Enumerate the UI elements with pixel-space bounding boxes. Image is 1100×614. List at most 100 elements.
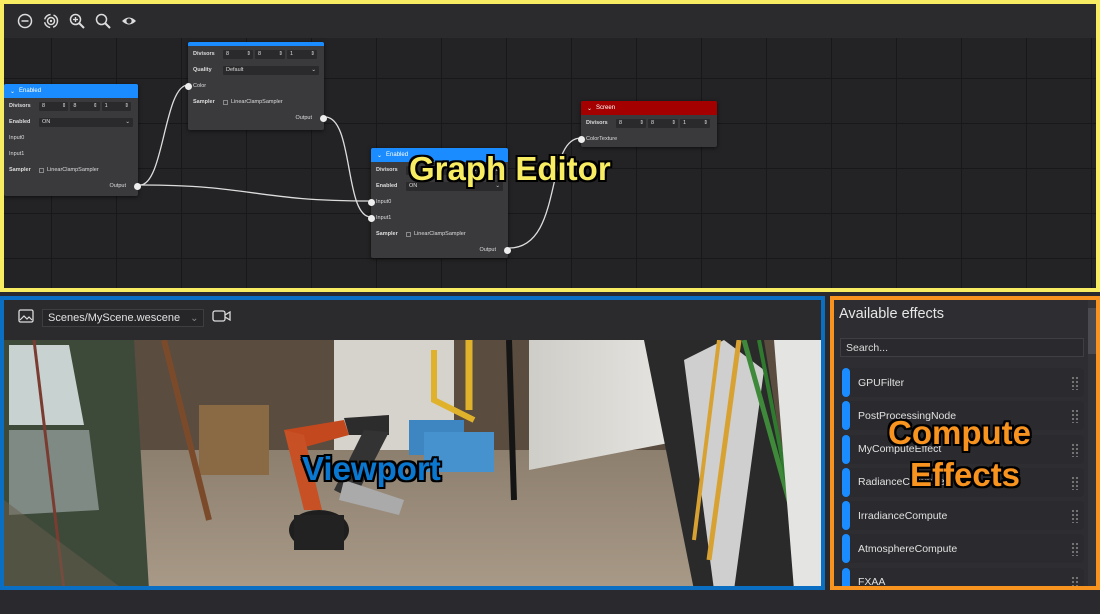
divisors-label: Divisors	[586, 120, 608, 126]
sampler-label: Sampler	[9, 167, 31, 173]
color-texture-port[interactable]	[578, 135, 585, 143]
effects-title: Available effects	[839, 306, 945, 322]
search-icon	[95, 13, 111, 29]
effect-label: PostProcessingNode	[858, 409, 957, 422]
scene-render[interactable]	[4, 340, 821, 586]
zoom-in-icon	[69, 13, 85, 29]
sampler-checkbox[interactable]	[406, 231, 411, 237]
node-title: Screen	[596, 105, 616, 111]
divisor-y-input[interactable]: 8 ⇕	[648, 118, 678, 128]
zoom-out-icon	[17, 13, 33, 29]
drag-handle-icon[interactable]	[1071, 542, 1079, 557]
drag-handle-icon[interactable]	[1071, 575, 1079, 586]
search-button[interactable]	[94, 12, 112, 30]
input0-label: Input0	[9, 135, 25, 141]
node-screen[interactable]: ⌄ Screen Divisors 8 ⇕ 8 ⇕ 1 ⇕ ColorTexture	[578, 101, 717, 147]
color-label: Color	[193, 83, 207, 89]
drag-handle-icon[interactable]	[1071, 509, 1079, 524]
divisor-z-input[interactable]: 1 ⇕	[470, 165, 501, 175]
effect-item-radiancecompute[interactable]: RadianceCompute	[840, 467, 1084, 497]
node-left-enabled[interactable]: ⌄ Enabled Divisors 8 ⇕ 8 ⇕ 1 ⇕ Enabled ON ⌄ …	[4, 84, 141, 196]
input1-label: Input1	[376, 215, 392, 221]
effect-color-stripe	[842, 467, 850, 497]
chevron-down-icon: ⌄	[587, 105, 593, 112]
divisor-y-input[interactable]: 8 ⇕	[255, 49, 285, 59]
effects-scrollbar-thumb[interactable]	[1088, 308, 1096, 354]
input1-label: Input1	[9, 151, 25, 157]
input0-port[interactable]	[368, 198, 375, 206]
drag-handle-icon[interactable]	[1071, 376, 1079, 390]
divisor-y-input[interactable]: 8 ⇕	[70, 101, 100, 111]
effect-color-stripe	[842, 368, 850, 397]
divisor-x-input[interactable]: 8 ⇕	[39, 101, 69, 111]
scene-image	[4, 340, 821, 586]
image-icon[interactable]	[18, 308, 34, 328]
effects-panel: Available effects GPUFilter PostProcessi…	[830, 296, 1100, 590]
effect-label: GPUFilter	[858, 376, 905, 389]
effect-label: IrradianceCompute	[858, 509, 948, 522]
output-port[interactable]	[134, 182, 141, 190]
output-label: Output	[295, 115, 312, 121]
color-port[interactable]	[185, 82, 192, 90]
graph-toolbar	[4, 4, 1096, 38]
output-port[interactable]	[320, 114, 327, 122]
effect-item-postprocessingnode[interactable]: PostProcessingNode	[840, 401, 1084, 431]
divisor-x-input[interactable]: 8 ⇕	[406, 165, 437, 175]
node-header[interactable]: ⌄ Enabled	[371, 148, 508, 162]
node-title: Enabled	[19, 88, 42, 94]
camera-icon[interactable]	[212, 309, 232, 328]
input1-port[interactable]	[368, 214, 375, 222]
effect-list: GPUFilter PostProcessingNode MyComputeEf…	[840, 368, 1084, 586]
effect-item-mycomputeeffect[interactable]: MyComputeEffect	[840, 434, 1084, 464]
sampler-checkbox[interactable]	[223, 99, 228, 105]
divisor-z-input[interactable]: 1 ⇕	[287, 49, 317, 59]
effect-color-stripe	[842, 434, 850, 464]
chevron-down-icon: ⌄	[377, 152, 383, 159]
fit-view-button[interactable]	[42, 12, 60, 30]
scene-path: Scenes/MyScene.wescene	[48, 312, 181, 324]
divisor-x-input[interactable]: 8 ⇕	[223, 49, 253, 59]
zoom-out-button[interactable]	[16, 12, 34, 30]
divisor-y-input[interactable]: 8 ⇕	[438, 165, 469, 175]
view-toggle-button[interactable]	[120, 12, 138, 30]
sampler-label: Sampler	[376, 231, 398, 237]
quality-label: Quality	[193, 67, 212, 73]
effect-color-stripe	[842, 401, 850, 431]
node-header[interactable]: ⌄ Screen	[581, 101, 717, 115]
scene-select[interactable]: Scenes/MyScene.wescene ⌄	[42, 309, 205, 327]
node-header[interactable]: ⌄ Enabled	[4, 84, 138, 98]
enabled-select[interactable]: ON ⌄	[406, 181, 503, 191]
output-label: Output	[479, 247, 496, 253]
enabled-select[interactable]: ON ⌄	[39, 117, 133, 127]
drag-handle-icon[interactable]	[1071, 475, 1079, 490]
effect-color-stripe	[842, 501, 850, 531]
sampler-value: LinearClampSampler	[414, 231, 466, 237]
effect-label: RadianceCompute	[858, 476, 945, 489]
effect-item-atmospherecompute[interactable]: AtmosphereCompute	[840, 534, 1084, 564]
divisor-z-input[interactable]: 1 ⇕	[101, 101, 131, 111]
quality-select[interactable]: Default ⌄	[223, 65, 319, 75]
effect-item-gpufilter[interactable]: GPUFilter	[840, 368, 1084, 397]
drag-handle-icon[interactable]	[1071, 442, 1079, 457]
output-label: Output	[109, 183, 126, 189]
node-top[interactable]: Divisors 8 ⇕ 8 ⇕ 1 ⇕ Quality Default ⌄ Color…	[185, 42, 327, 130]
graph-editor-panel: ⌄ Enabled Divisors 8 ⇕ 8 ⇕ 1 ⇕ Enabled ON ⌄ …	[0, 0, 1100, 292]
effect-label: MyComputeEffect	[858, 443, 942, 456]
zoom-in-button[interactable]	[68, 12, 86, 30]
sampler-value: LinearClampSampler	[47, 167, 99, 173]
output-port[interactable]	[504, 246, 511, 254]
effect-item-fxaa[interactable]: FXAA	[840, 567, 1084, 586]
effects-search-input[interactable]	[840, 338, 1084, 357]
sampler-value: LinearClampSampler	[231, 99, 283, 105]
enabled-label: Enabled	[9, 119, 31, 125]
effect-color-stripe	[842, 534, 850, 564]
divisor-x-input[interactable]: 8 ⇕	[616, 118, 646, 128]
graph-canvas[interactable]	[4, 38, 1096, 288]
effect-item-irradiancecompute[interactable]: IrradianceCompute	[840, 501, 1084, 531]
divisor-z-input[interactable]: 1 ⇕	[680, 118, 710, 128]
drag-handle-icon[interactable]	[1071, 409, 1079, 424]
divisors-label: Divisors	[193, 51, 215, 57]
sampler-checkbox[interactable]	[39, 167, 44, 173]
node-middle-enabled[interactable]: ⌄ Enabled Divisors 8 ⇕ 8 ⇕ 1 ⇕ Enabled ON ⌄ …	[368, 148, 511, 258]
fit-view-icon	[43, 13, 59, 29]
